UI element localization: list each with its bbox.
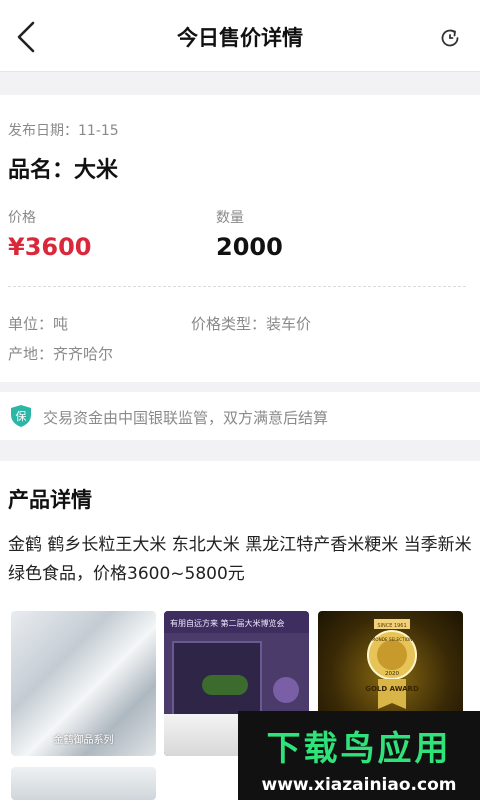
watermark-logo: 下载鸟应用 www.xiazainiao.com: [238, 711, 480, 800]
watermark-brand: 下载鸟应用: [266, 729, 452, 769]
product-image-silos[interactable]: [11, 767, 156, 800]
detail-description: 金鹤 鹤乡长粒王大米 东北大米 黑龙江特产香米粳米 当季新米绿色食品，价格360…: [8, 535, 472, 584]
price-value: ¥3600: [8, 233, 92, 261]
dashed-divider: [8, 286, 466, 287]
medal-name: MONDE SELECTION: [372, 637, 413, 642]
detail-title: 产品详情: [8, 488, 92, 512]
price-type-text: 价格类型：装车价: [191, 315, 312, 333]
booth-banner: 有朋自远方来 第二届大米博览会: [164, 611, 309, 633]
top-bar: 今日售价详情: [0, 0, 480, 72]
escrow-notice: 保 交易资金由中国银联监管，双方满意后结算: [0, 392, 480, 440]
page-title: 今日售价详情: [177, 26, 303, 50]
shield-icon-text: 保: [16, 409, 27, 423]
gold-medal-icon: SINCE 1961 MONDE SELECTION 2020 GOLD AWA…: [365, 619, 419, 709]
publish-date: 发布日期：11-15: [8, 123, 119, 139]
refresh-button[interactable]: [438, 26, 462, 50]
medal-award: GOLD AWARD: [365, 685, 419, 693]
watermark-url: www.xiazainiao.com: [261, 775, 457, 795]
image-caption: 金鹤御品系列: [53, 735, 114, 746]
product-name: 品名：大米: [8, 158, 119, 183]
quantity-label: 数量: [216, 210, 244, 226]
plant-decoration: [202, 675, 248, 695]
product-image-rice[interactable]: 金鹤御品系列: [11, 611, 156, 756]
notice-text: 交易资金由中国银联监管，双方满意后结算: [43, 409, 329, 427]
refresh-icon: [441, 29, 459, 47]
quantity-value: 2000: [216, 233, 283, 261]
price-card: 发布日期：11-15 品名：大米 价格 ¥3600 数量 2000 单位：吨 价…: [0, 95, 480, 382]
medal-since: SINCE 1961: [377, 623, 406, 629]
price-label: 价格: [8, 210, 36, 226]
brand-logo: [273, 677, 299, 703]
shield-icon: 保: [11, 405, 31, 427]
origin-text: 产地：齐齐哈尔: [8, 345, 114, 363]
unit-text: 单位：吨: [8, 315, 69, 333]
medal-year: 2020: [385, 671, 399, 677]
